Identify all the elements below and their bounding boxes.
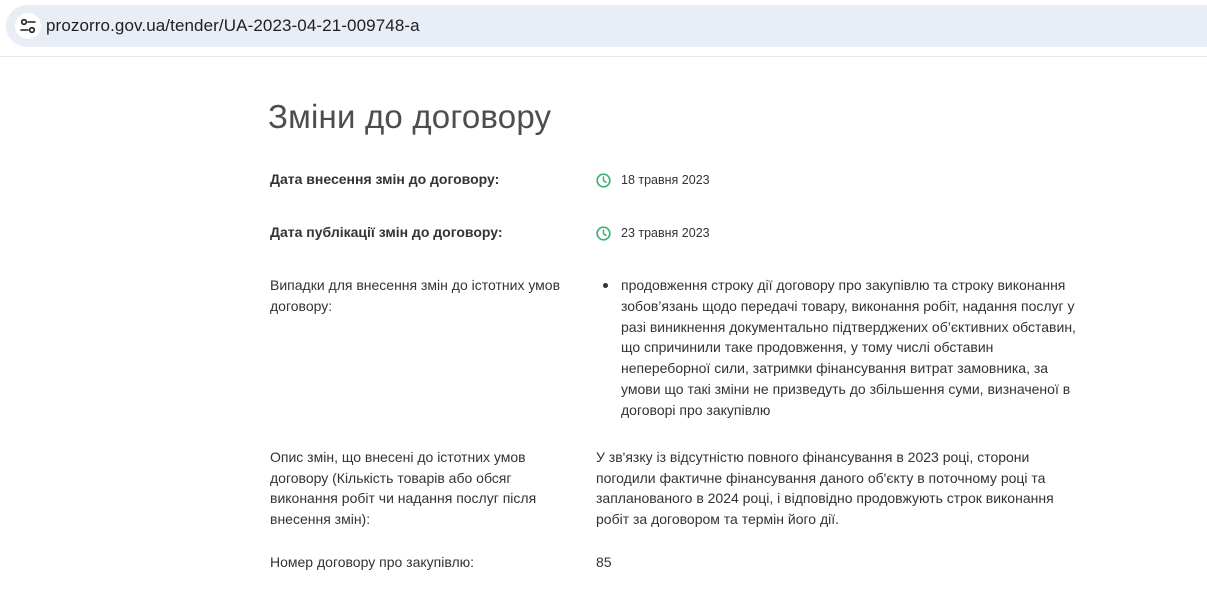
publication-date-label: Дата публікації змін до договору:: [270, 224, 503, 240]
browser-toolbar: prozorro.gov.ua/tender/UA-2023-04-21-009…: [0, 0, 1207, 57]
contract-number-label: Номер договору про закупівлю:: [270, 554, 475, 570]
url-text[interactable]: prozorro.gov.ua/tender/UA-2023-04-21-009…: [46, 16, 420, 36]
publication-date-text: 23 травня 2023: [621, 226, 710, 240]
clock-icon: [596, 225, 611, 241]
change-cases-label: Випадки для внесення змін до істотних ум…: [270, 277, 561, 314]
change-description-value: У зв'язку із відсутністю повного фінансу…: [596, 449, 1054, 527]
address-bar[interactable]: prozorro.gov.ua/tender/UA-2023-04-21-009…: [6, 5, 1207, 47]
change-date-label: Дата внесення змін до договору:: [270, 171, 500, 187]
site-settings-icon[interactable]: [15, 13, 41, 39]
bullet-icon: [603, 283, 608, 288]
list-item: продовження строку дії договору про заку…: [596, 275, 1086, 421]
clock-icon: [596, 172, 611, 188]
change-case-text: продовження строку дії договору про заку…: [621, 277, 1076, 418]
publication-date-value: 23 травня 2023: [596, 224, 710, 242]
change-cases-list: продовження строку дії договору про заку…: [596, 275, 1086, 421]
change-date-text: 18 травня 2023: [621, 173, 710, 187]
change-date-value: 18 травня 2023: [596, 171, 710, 189]
change-description-label: Опис змін, що внесені до істотних умов д…: [270, 449, 537, 527]
contract-number-value: 85: [596, 554, 612, 570]
page-title: Зміни до договору: [268, 98, 552, 135]
